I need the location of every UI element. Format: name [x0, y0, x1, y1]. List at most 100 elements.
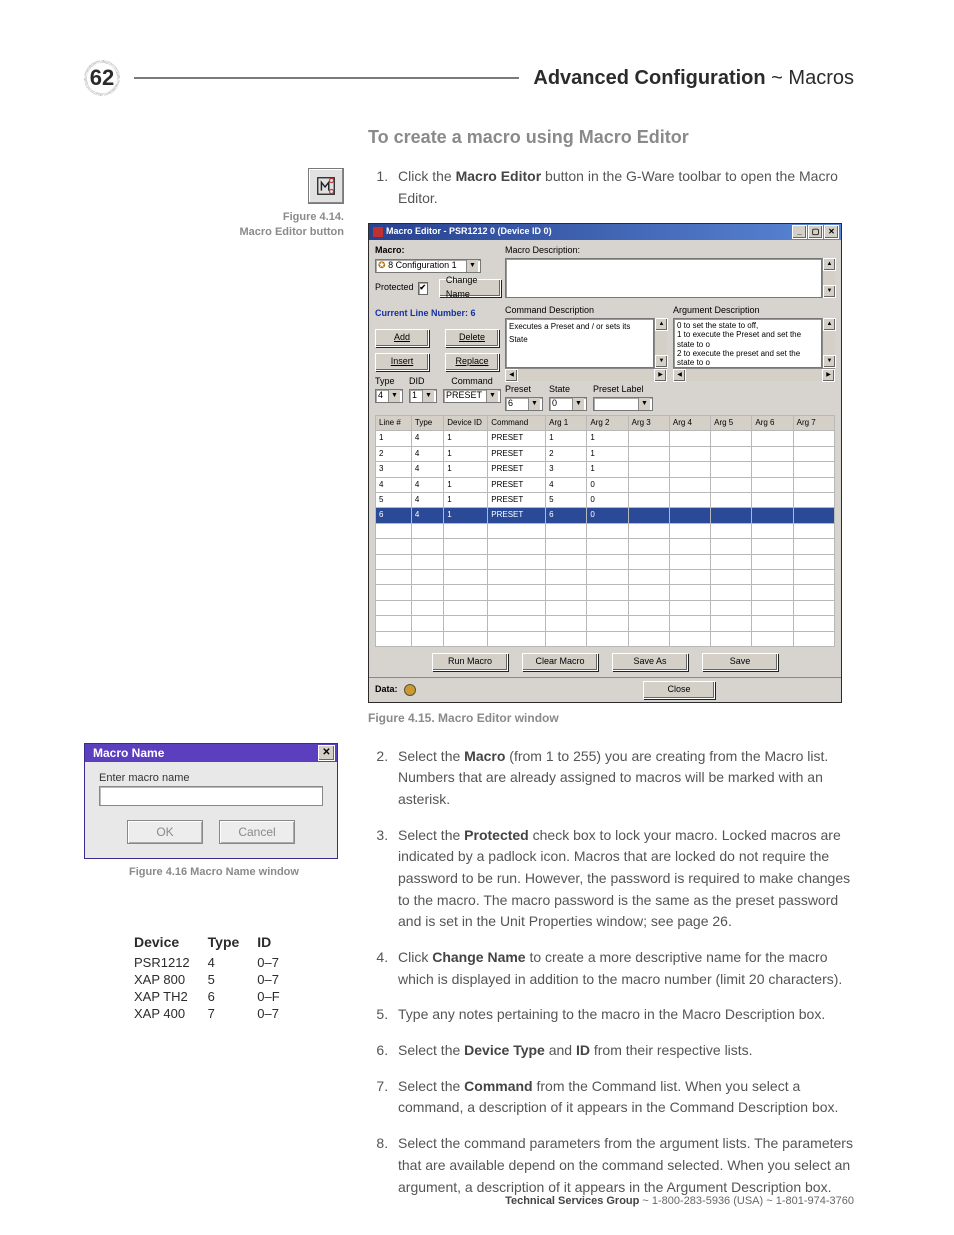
arg-desc-box: 0 to set the state to off, 1 to execute …	[673, 318, 822, 368]
command-select[interactable]: PRESET▼	[443, 389, 501, 403]
table-row: XAP TH260–F	[134, 988, 298, 1005]
table-row[interactable]	[376, 600, 835, 615]
preset-select[interactable]: 6▼	[505, 397, 543, 411]
footer-strong: Technical Services Group	[505, 1195, 639, 1207]
macro-desc-box[interactable]	[505, 258, 822, 298]
page-footer: Technical Services Group ~ 1-800-283-593…	[505, 1195, 854, 1207]
step-4: Click Change Name to create a more descr…	[392, 947, 854, 990]
grid-header: Arg 1	[546, 416, 587, 431]
status-bar: Data: Close	[369, 677, 841, 702]
table-row[interactable]: 241PRESET21	[376, 446, 835, 461]
change-name-button[interactable]: Change Name	[439, 279, 501, 297]
table-row[interactable]: 341PRESET31	[376, 462, 835, 477]
replace-button[interactable]: Replace	[445, 353, 499, 371]
close-button[interactable]: Close	[643, 681, 715, 699]
grid-header: Arg 3	[628, 416, 669, 431]
scroll-left-icon[interactable]: ◀	[505, 369, 518, 382]
macro-name-title: Macro Name	[93, 746, 164, 760]
did-select[interactable]: 1▼	[409, 389, 437, 403]
delete-button[interactable]: Delete	[445, 329, 499, 347]
scroll-down-icon[interactable]: ▼	[823, 285, 836, 298]
table-row[interactable]	[376, 631, 835, 646]
step-7: Select the Command from the Command list…	[392, 1076, 854, 1119]
grid-header: Arg 2	[587, 416, 628, 431]
cancel-button[interactable]: Cancel	[219, 820, 295, 844]
minimize-icon[interactable]: _	[792, 225, 807, 239]
macro-name-titlebar: Macro Name ✕	[85, 744, 337, 762]
protected-checkbox[interactable]: ✔	[418, 282, 428, 295]
main-column: To create a macro using Macro Editor Cli…	[368, 124, 854, 1212]
figure-4-16-caption: Figure 4.16 Macro Name window	[84, 865, 344, 880]
command-label: Command	[443, 375, 501, 389]
cmd-desc-box: Executes a Preset and / or sets its Stat…	[505, 318, 654, 368]
insert-button[interactable]: Insert	[375, 353, 429, 371]
preset-label-select[interactable]: ▼	[593, 397, 653, 411]
protected-label: Protected	[375, 281, 414, 295]
page-header: 62 Advanced Configuration ~ Macros	[84, 60, 854, 96]
macro-editor-window: Macro Editor - PSR1212 0 (Device ID 0) _…	[368, 223, 842, 703]
type-label: Type	[375, 375, 403, 389]
ok-button[interactable]: OK	[127, 820, 203, 844]
scroll-right-icon[interactable]: ▶	[654, 369, 667, 382]
table-row[interactable]	[376, 616, 835, 631]
app-icon	[373, 227, 383, 237]
table-row: PSR121240–7	[134, 954, 298, 971]
table-row[interactable]	[376, 569, 835, 584]
step-8: Select the command parameters from the a…	[392, 1133, 854, 1198]
step-3: Select the Protected check box to lock y…	[392, 825, 854, 933]
cmd-desc-label: Command Description	[505, 304, 667, 318]
close-icon[interactable]: ✕	[318, 745, 335, 761]
macro-lines-table[interactable]: Line #TypeDevice IDCommandArg 1Arg 2Arg …	[375, 415, 835, 647]
figure-4-14-caption: Figure 4.14. Macro Editor button	[84, 210, 344, 241]
state-label: State	[549, 383, 587, 397]
grid-header: Arg 5	[711, 416, 752, 431]
macro-editor-title: Macro Editor - PSR1212 0 (Device ID 0)	[386, 225, 552, 239]
macro-select[interactable]: ✪ 8 Configuration 1 ▼	[375, 259, 481, 273]
section-title: To create a macro using Macro Editor	[368, 124, 854, 152]
device-type-table: Device Type ID PSR121240–7XAP 80050–7XAP…	[134, 932, 298, 1022]
footer-rest: ~ 1-800-283-5936 (USA) ~ 1-801-974-3760	[639, 1195, 854, 1207]
grid-header: Arg 6	[752, 416, 793, 431]
table-row: XAP 40070–7	[134, 1005, 298, 1022]
close-icon[interactable]: ✕	[824, 225, 839, 239]
table-row[interactable]: 641PRESET60	[376, 508, 835, 523]
table-row[interactable]	[376, 523, 835, 538]
step-6: Select the Device Type and ID from their…	[392, 1040, 854, 1062]
save-as-button[interactable]: Save As	[612, 653, 688, 671]
header-title-section: Macros	[788, 67, 854, 89]
macro-name-input[interactable]	[99, 786, 323, 806]
grid-header: Type	[411, 416, 443, 431]
table-row[interactable]	[376, 539, 835, 554]
macro-editor-icon	[315, 175, 337, 197]
scroll-up-icon[interactable]: ▲	[823, 258, 836, 271]
devtbl-header-type: Type	[208, 932, 258, 954]
grid-header: Command	[488, 416, 546, 431]
data-label: Data:	[375, 683, 398, 697]
state-select[interactable]: 0▼	[549, 397, 587, 411]
table-row: XAP 80050–7	[134, 971, 298, 988]
run-macro-button[interactable]: Run Macro	[432, 653, 508, 671]
macro-name-label: Enter macro name	[99, 772, 323, 784]
maximize-icon[interactable]: ▢	[808, 225, 823, 239]
type-select[interactable]: 4▼	[375, 389, 403, 403]
table-row[interactable]: 541PRESET50	[376, 493, 835, 508]
data-indicator-icon	[404, 684, 416, 696]
clear-macro-button[interactable]: Clear Macro	[522, 653, 598, 671]
side-column: Figure 4.14. Macro Editor button Macro N…	[84, 124, 344, 1022]
table-row[interactable]: 141PRESET11	[376, 431, 835, 446]
header-title-sep: ~	[766, 67, 789, 89]
grid-header: Device ID	[444, 416, 488, 431]
current-line-label: Current Line Number: 6	[375, 307, 501, 321]
table-row[interactable]: 441PRESET40	[376, 477, 835, 492]
table-row[interactable]	[376, 585, 835, 600]
macro-editor-toolbar-button[interactable]	[308, 168, 344, 204]
step-5: Type any notes pertaining to the macro i…	[392, 1004, 854, 1026]
preset-label: Preset	[505, 383, 543, 397]
devtbl-header-id: ID	[257, 932, 297, 954]
table-row[interactable]	[376, 554, 835, 569]
save-button[interactable]: Save	[702, 653, 778, 671]
devtbl-header-device: Device	[134, 932, 208, 954]
did-label: DID	[409, 375, 437, 389]
add-button[interactable]: Add	[375, 329, 429, 347]
grid-header: Line #	[376, 416, 412, 431]
